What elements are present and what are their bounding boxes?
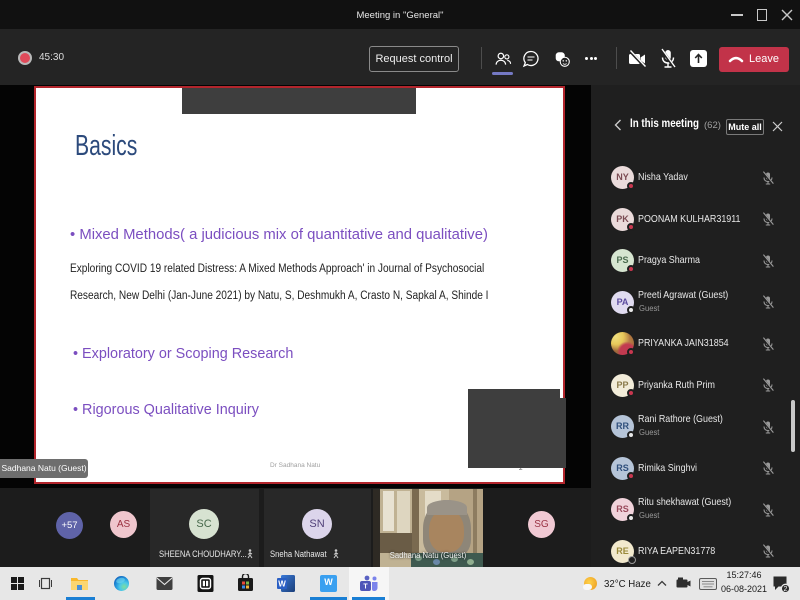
svg-text:T: T bbox=[363, 584, 368, 591]
svg-text:2: 2 bbox=[784, 586, 788, 593]
svg-text:W: W bbox=[278, 580, 286, 589]
